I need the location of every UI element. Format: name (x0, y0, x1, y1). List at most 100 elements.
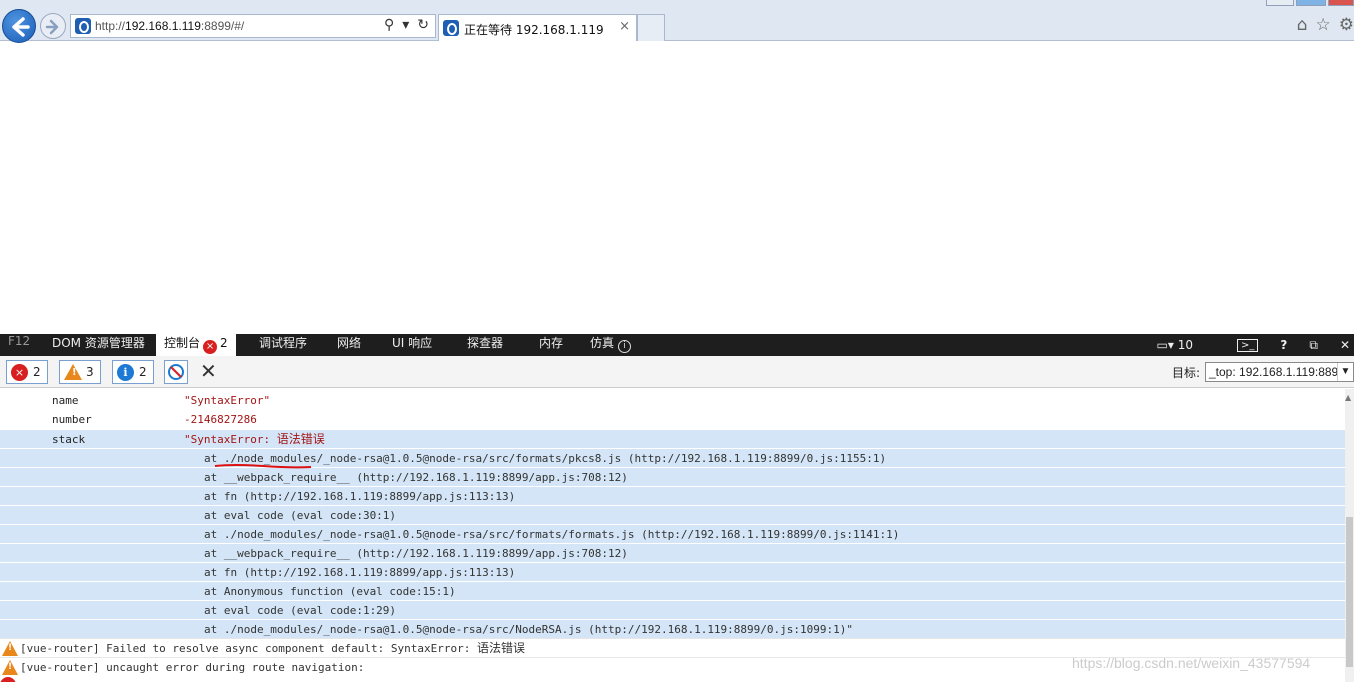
tab-dom-explorer[interactable]: DOM 资源管理器 (52, 334, 145, 356)
scrollbar-thumb[interactable] (1346, 517, 1353, 667)
stack-row[interactable]: at ./node_modules/_node-rsa@1.0.5@node-r… (0, 619, 1345, 638)
tab-memory[interactable]: 内存 (539, 334, 563, 356)
error-icon (0, 677, 16, 682)
home-icon[interactable]: ⌂ (1297, 15, 1308, 35)
tab-emulation-label: 仿真 (590, 336, 615, 350)
console-toggle-icon[interactable]: >_ (1237, 338, 1259, 352)
new-tab-button[interactable] (637, 14, 665, 41)
console-output: name "SyntaxError" number -2146827286 st… (0, 389, 1345, 682)
stack-line: at eval code (eval code:30:1) (204, 509, 397, 522)
warnings-filter-button[interactable]: ! 3 (59, 360, 101, 384)
error-count: 2 (33, 365, 41, 379)
info-count: 2 (139, 365, 147, 379)
stack-line: at fn (http://192.168.1.119:8899/app.js:… (204, 566, 516, 579)
error-badge-icon: × (203, 340, 218, 354)
prop-name: number (52, 413, 92, 426)
stack-row[interactable]: at Anonymous function (eval code:15:1) (0, 581, 1345, 600)
chevron-down-icon: ▼ (1337, 363, 1353, 381)
stack-line: at Anonymous function (eval code:15:1) (204, 585, 456, 598)
message-text-main: [vue-router] uncaught error during route… (20, 661, 365, 674)
site-icon (75, 18, 91, 34)
console-toolbar: × 2 ! 3 i 2 ✕ 目标: _top: 192.168.1.119:88… (0, 356, 1354, 388)
stack-line: at __webpack_require__ (http://192.168.1… (204, 547, 628, 560)
scroll-up-icon[interactable]: ▲ (1345, 393, 1351, 402)
target-label: 目标: (1172, 366, 1201, 380)
stack-row[interactable]: at eval code (eval code:1:29) (0, 600, 1345, 619)
prop-row[interactable]: name "SyntaxError" (0, 391, 1345, 410)
forward-button[interactable] (40, 13, 66, 39)
red-underline-annotation (214, 464, 312, 469)
warning-count: 3 (86, 365, 94, 379)
watermark: https://blog.csdn.net/weixin_43577594 (1072, 655, 1311, 671)
tab-site-icon (443, 20, 459, 36)
url-text: http://192.168.1.119:8899/#/ (95, 19, 245, 33)
stack-row[interactable]: at fn (http://192.168.1.119:8899/app.js:… (0, 562, 1345, 581)
stack-row[interactable]: at ./node_modules/_node-rsa@1.0.5@node-r… (0, 448, 1345, 467)
refresh-icon[interactable]: ↻ (417, 17, 429, 33)
close-devtools-icon[interactable]: ✕ (1340, 338, 1350, 352)
browser-toolbar: http://192.168.1.119:8899/#/ ⚲ ▾ ↻ 正在等待 … (0, 0, 1354, 43)
error-icon: × (11, 364, 28, 381)
address-bar[interactable]: http://192.168.1.119:8899/#/ ⚲ ▾ ↻ (70, 14, 436, 38)
forward-arrow-icon (45, 19, 59, 35)
help-icon[interactable]: ? (1280, 338, 1287, 352)
message-text-main: [vue-router] Failed to resolve async com… (20, 642, 477, 655)
emulation-info-icon: i (618, 340, 632, 353)
errors-filter-button[interactable]: × 2 (6, 360, 48, 384)
stack-row[interactable]: at ./node_modules/_node-rsa@1.0.5@node-r… (0, 524, 1345, 543)
stack-line: at ./node_modules/_node-rsa@1.0.5@node-r… (204, 623, 854, 636)
stack-row[interactable]: at fn (http://192.168.1.119:8899/app.js:… (0, 486, 1345, 505)
clear-on-navigate-icon (168, 364, 184, 380)
tab-title: 正在等待 192.168.1.119 (464, 23, 604, 37)
console-error-count: 2 (220, 336, 228, 350)
message-text: [vue-router] uncaught error during route… (20, 658, 364, 677)
tab-console-label: 控制台 (164, 336, 201, 350)
tab-debugger[interactable]: 调试程序 (259, 334, 307, 356)
info-icon: i (117, 364, 134, 381)
prop-name: name (52, 394, 79, 407)
tab-close-icon[interactable]: × (619, 19, 630, 34)
clear-console-icon[interactable]: ✕ (200, 361, 217, 381)
browser-tab[interactable]: 正在等待 192.168.1.119 × (438, 14, 637, 41)
stack-row[interactable]: at eval code (eval code:30:1) (0, 505, 1345, 524)
clear-on-navigate-button[interactable] (164, 360, 188, 384)
dropdown-icon[interactable]: ▾ (402, 17, 409, 33)
prop-row[interactable]: stack "SyntaxError: 语法错误 (0, 429, 1345, 448)
prop-value: "SyntaxError" (184, 394, 271, 407)
undock-icon[interactable]: ⧉ (1309, 338, 1318, 353)
prop-value: "SyntaxError: 语法错误 (184, 430, 325, 449)
target-select-value: _top: 192.168.1.119:8899 (1209, 365, 1345, 379)
info-filter-button[interactable]: i 2 (112, 360, 154, 384)
stack-line: at fn (http://192.168.1.119:8899/app.js:… (204, 490, 516, 503)
prop-value-text: "SyntaxError: (184, 433, 277, 446)
prop-value: -2146827286 (184, 413, 257, 426)
tab-ui-responsiveness[interactable]: UI 响应 (392, 334, 432, 356)
devtools-tab-bar: F12 DOM 资源管理器 控制台 × 2 调试程序 网络 UI 响应 探查器 内存… (0, 334, 1354, 356)
prop-name: stack (52, 433, 86, 446)
stack-line: at __webpack_require__ (http://192.168.1… (204, 471, 628, 484)
prop-value-cn: 语法错误 (276, 432, 325, 446)
close-window-button[interactable] (1328, 0, 1354, 6)
stack-line: at eval code (eval code:1:29) (204, 604, 397, 617)
favorites-star-icon[interactable]: ☆ (1316, 15, 1331, 35)
message-text: [vue-router] Failed to resolve async com… (20, 639, 525, 658)
prop-row[interactable]: number -2146827286 (0, 410, 1345, 429)
stack-row[interactable]: at __webpack_require__ (http://192.168.1… (0, 467, 1345, 486)
stack-row[interactable]: at __webpack_require__ (http://192.168.1… (0, 543, 1345, 562)
settings-gear-icon[interactable]: ⚙ (1339, 15, 1354, 35)
f12-label: F12 (8, 334, 31, 348)
tab-emulation[interactable]: 仿真 i (590, 334, 632, 356)
target-device-icon[interactable]: ▭▾ 10 (1157, 338, 1215, 352)
back-button[interactable] (2, 9, 36, 43)
minimize-button[interactable] (1266, 0, 1294, 6)
tab-console[interactable]: 控制台 × 2 (156, 334, 236, 356)
maximize-button[interactable] (1296, 0, 1326, 6)
tab-profiler[interactable]: 探查器 (467, 334, 503, 356)
target-select[interactable]: _top: 192.168.1.119:8899 ▼ (1205, 362, 1354, 382)
back-arrow-icon (12, 17, 30, 37)
stack-line: at ./node_modules/_node-rsa@1.0.5@node-r… (204, 528, 900, 541)
message-text-cn: 语法错误 (476, 641, 525, 655)
search-icon[interactable]: ⚲ (384, 17, 394, 33)
console-scrollbar[interactable]: ▲ (1345, 389, 1354, 682)
tab-network[interactable]: 网络 (337, 334, 361, 356)
